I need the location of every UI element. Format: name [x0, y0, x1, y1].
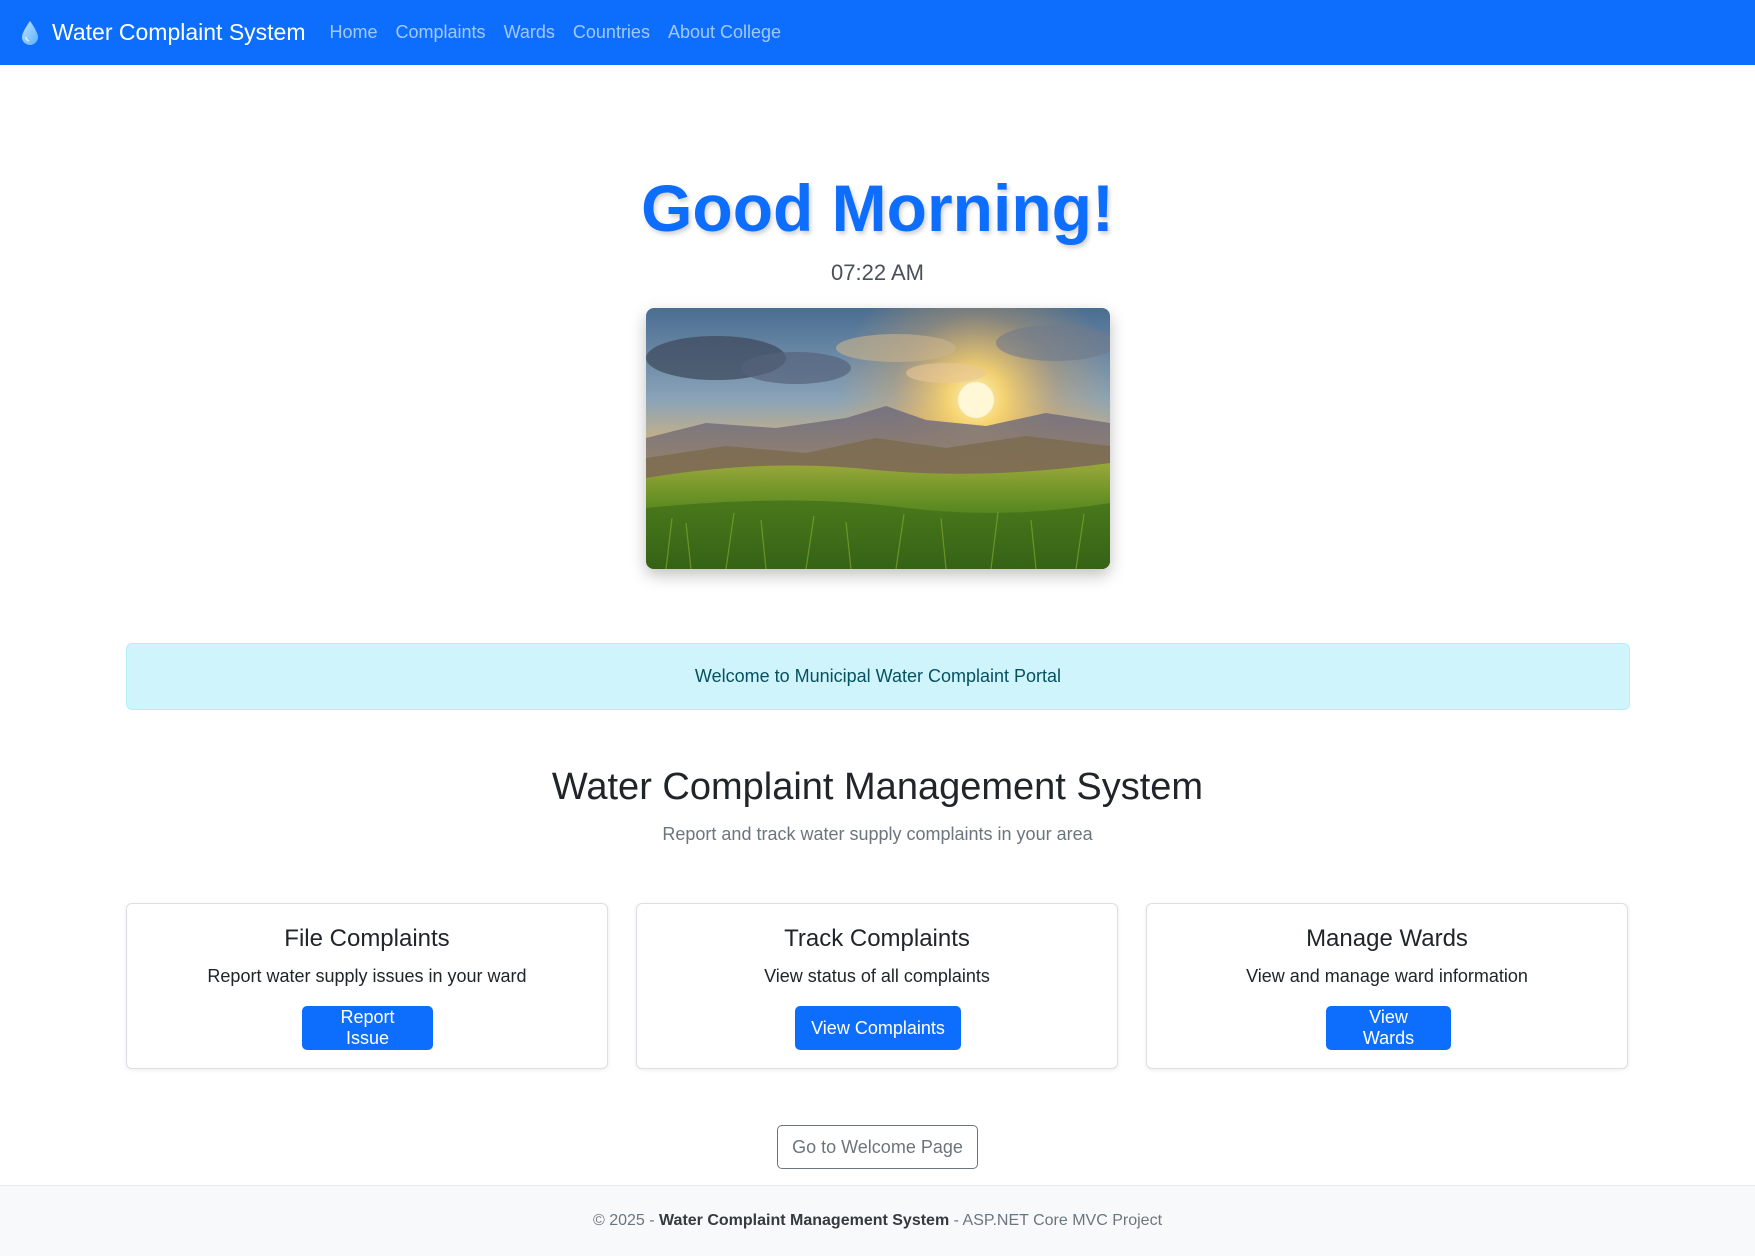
nav-complaints[interactable]: Complaints — [396, 22, 486, 43]
nav-links: Home Complaints Wards Countries About Co… — [330, 22, 800, 43]
brand-link[interactable]: Water Complaint System — [20, 19, 306, 46]
card-text: View status of all complaints — [764, 966, 990, 986]
sunrise-landscape-image — [646, 308, 1110, 569]
manage-wards-card: Manage Wards View and manage ward inform… — [1146, 903, 1628, 1069]
card-title: File Complaints — [284, 925, 450, 952]
water-drop-icon — [20, 20, 40, 46]
go-to-welcome-button[interactable]: Go to Welcome Page — [777, 1125, 978, 1169]
nav-home[interactable]: Home — [330, 22, 378, 43]
nav-wards[interactable]: Wards — [504, 22, 555, 43]
welcome-alert: Welcome to Municipal Water Complaint Por… — [126, 643, 1630, 710]
view-complaints-button[interactable]: View Complaints — [795, 1006, 961, 1050]
page-footer: © 2025 - Water Complaint Management Syst… — [0, 1185, 1755, 1256]
section-title: Water Complaint Management System — [551, 766, 1204, 808]
brand-title: Water Complaint System — [52, 19, 306, 45]
card-title: Track Complaints — [784, 925, 970, 952]
footer-text: © 2025 - Water Complaint Management Syst… — [0, 1212, 1755, 1230]
file-complaints-card: File Complaints Report water supply issu… — [126, 903, 608, 1069]
current-time: 07:22 AM — [831, 260, 924, 285]
top-navbar: Water Complaint System Home Complaints W… — [0, 0, 1755, 65]
nav-countries[interactable]: Countries — [573, 22, 650, 43]
track-complaints-card: Track Complaints View status of all comp… — [636, 903, 1118, 1069]
footer-project: - ASP.NET Core MVC Project — [953, 1212, 1163, 1229]
nav-about-college[interactable]: About College — [668, 22, 781, 43]
report-issue-button[interactable]: Report Issue — [302, 1006, 433, 1050]
footer-app-name: Water Complaint Management System — [659, 1212, 950, 1229]
card-title: Manage Wards — [1306, 925, 1468, 952]
greeting-heading: Good Morning! — [641, 171, 1114, 245]
card-text: Report water supply issues in your ward — [207, 966, 527, 986]
view-wards-button[interactable]: View Wards — [1326, 1006, 1451, 1050]
welcome-alert-text: Welcome to Municipal Water Complaint Por… — [694, 666, 1062, 686]
card-text: View and manage ward information — [1246, 966, 1528, 986]
footer-copyright: © 2025 - — [592, 1212, 655, 1229]
section-subtitle: Report and track water supply complaints… — [662, 824, 1093, 844]
